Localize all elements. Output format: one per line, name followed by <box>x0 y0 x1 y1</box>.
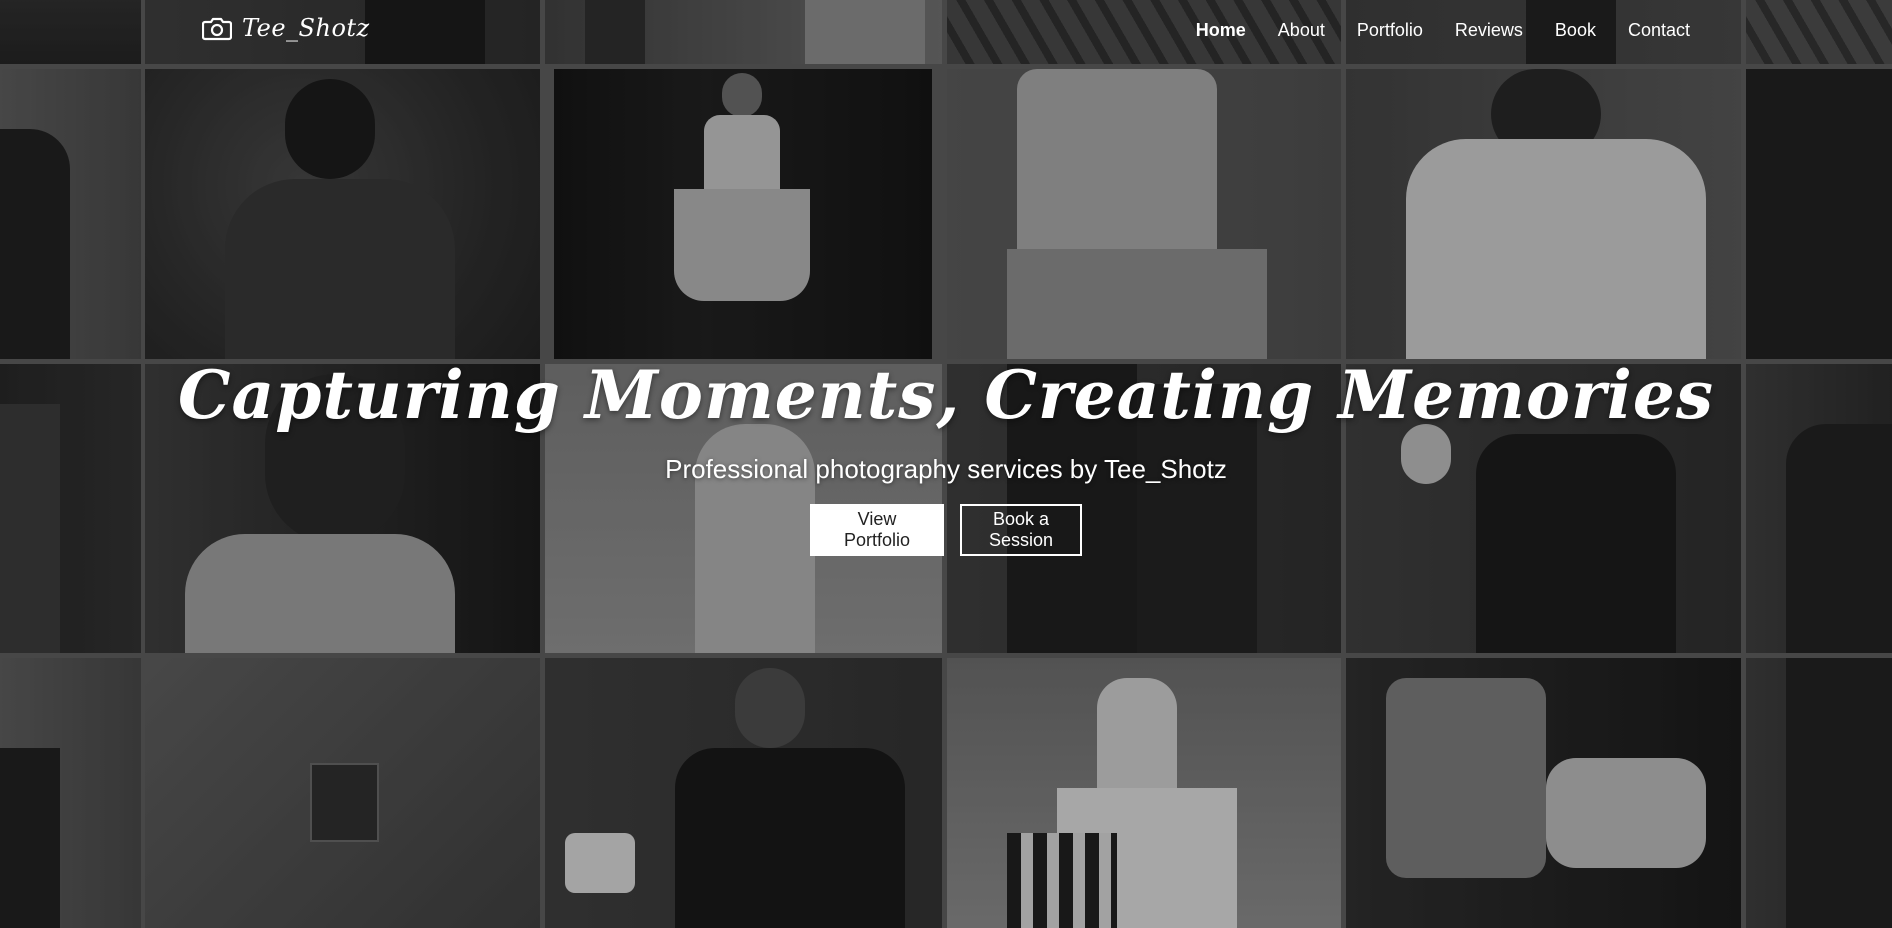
book-session-button[interactable]: Book a Session <box>960 504 1082 556</box>
top-navigation: Tee_Shotz Home About Portfolio Reviews B… <box>0 0 1892 64</box>
gallery-photo <box>947 69 1341 359</box>
nav-link-about[interactable]: About <box>1278 20 1325 41</box>
gallery-photo <box>0 658 141 928</box>
nav-link-reviews[interactable]: Reviews <box>1455 20 1523 41</box>
gallery-photo <box>0 69 141 359</box>
camera-icon <box>202 15 232 41</box>
nav-link-book[interactable]: Book <box>1555 20 1596 41</box>
gallery-photo <box>145 658 540 928</box>
nav-link-portfolio[interactable]: Portfolio <box>1357 20 1423 41</box>
gallery-photo <box>1746 69 1892 359</box>
brand-logo[interactable]: Tee_Shotz <box>202 14 370 42</box>
gallery-photo <box>554 69 932 359</box>
gallery-photo <box>1746 658 1892 928</box>
hero-section: Capturing Moments, Creating Memories Pro… <box>0 352 1892 556</box>
nav-link-home[interactable]: Home <box>1196 20 1246 41</box>
view-portfolio-button[interactable]: View Portfolio <box>810 504 944 556</box>
hero-buttons: View Portfolio Book a Session <box>0 504 1892 556</box>
hero-title: Capturing Moments, Creating Memories <box>178 356 1714 434</box>
hero-subtitle: Professional photography services by Tee… <box>665 454 1227 484</box>
gallery-photo <box>145 69 540 359</box>
brand-name: Tee_Shotz <box>242 14 370 42</box>
gallery-photo <box>1346 69 1741 359</box>
gallery-photo <box>1346 658 1741 928</box>
nav-link-contact[interactable]: Contact <box>1628 20 1690 41</box>
main-menu: Home About Portfolio Reviews Book Contac… <box>1196 20 1690 41</box>
gallery-photo <box>545 658 942 928</box>
gallery-photo <box>947 658 1341 928</box>
